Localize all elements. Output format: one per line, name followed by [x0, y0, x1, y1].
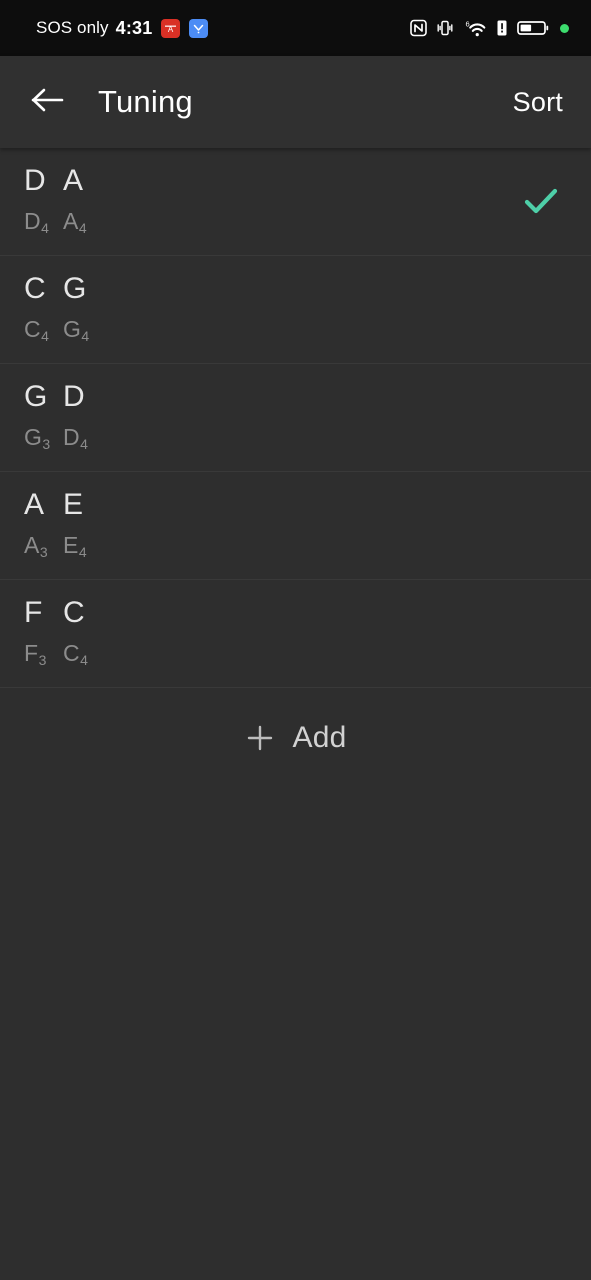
vibrate-icon — [436, 19, 454, 37]
tuning-pitch-0: G3 — [24, 424, 51, 452]
tuning-list-item[interactable]: C G C4 G4 — [0, 256, 591, 364]
alert-icon — [496, 19, 508, 37]
notification-badge-blue-icon[interactable] — [189, 18, 209, 38]
tuning-note-0: A — [24, 488, 45, 521]
add-tuning-button[interactable]: Add — [0, 688, 591, 788]
app-bar: Tuning Sort — [0, 56, 591, 148]
tuning-notes-row: G D — [24, 380, 567, 422]
tuning-pitch-1: A4 — [63, 208, 87, 236]
clock-label: 4:31 — [115, 17, 153, 38]
tuning-pitch-1: C4 — [63, 640, 88, 668]
tuning-note-1: G — [63, 272, 87, 305]
tuning-list-item[interactable]: F C F3 C4 — [0, 580, 591, 688]
page-title: Tuning — [98, 84, 193, 119]
privacy-indicator-dot-icon — [560, 23, 569, 33]
tuning-note-1: C — [63, 596, 85, 629]
battery-icon — [517, 19, 549, 37]
tuning-pitches-row: D4 A4 — [24, 208, 567, 235]
tuning-list-item[interactable]: A E A3 E4 — [0, 472, 591, 580]
tuning-note-1: A — [63, 164, 84, 197]
phone-screen: SOS only 4:31 A 6 Tuning Sort D A D4 A4 … — [0, 0, 591, 1280]
tuning-note-1: E — [63, 488, 84, 521]
status-bar: SOS only 4:31 A 6 — [0, 0, 591, 56]
tuning-pitches-row: A3 E4 — [24, 532, 567, 559]
plus-icon — [245, 723, 275, 753]
status-bar-left: SOS only 4:31 A — [36, 17, 209, 39]
svg-text:6: 6 — [466, 19, 470, 28]
tuning-pitch-1: G4 — [63, 316, 90, 344]
arrow-left-icon — [30, 85, 66, 120]
tuning-pitch-0: A3 — [24, 532, 48, 560]
tuning-pitches-row: F3 C4 — [24, 640, 567, 667]
notification-badge-red-icon[interactable]: A — [161, 18, 181, 38]
carrier-label: SOS only — [36, 18, 109, 37]
selected-check-icon — [519, 180, 563, 224]
tuning-note-1: D — [63, 380, 85, 413]
tuning-pitches-row: G3 D4 — [24, 424, 567, 451]
tuning-pitches-row: C4 G4 — [24, 316, 567, 343]
tuning-pitch-1: D4 — [63, 424, 88, 452]
tuning-notes-row: F C — [24, 596, 567, 638]
tuning-pitch-0: F3 — [24, 640, 47, 668]
tuning-note-0: C — [24, 272, 46, 305]
tuning-note-0: G — [24, 380, 48, 413]
tuning-list: D A D4 A4 C G C4 G4 G D G3 D4 A E A3 E4 … — [0, 148, 591, 688]
tuning-notes-row: D A — [24, 164, 567, 206]
tuning-list-item[interactable]: G D G3 D4 — [0, 364, 591, 472]
tuning-pitch-0: D4 — [24, 208, 49, 236]
sort-button[interactable]: Sort — [511, 81, 565, 124]
tuning-pitch-1: E4 — [63, 532, 87, 560]
tuning-note-0: D — [24, 164, 46, 197]
tuning-notes-row: A E — [24, 488, 567, 530]
back-button[interactable] — [24, 78, 72, 126]
nfc-icon — [410, 19, 427, 37]
tuning-note-0: F — [24, 596, 43, 629]
wifi-6-icon: 6 — [463, 19, 487, 38]
tuning-list-item[interactable]: D A D4 A4 — [0, 148, 591, 256]
tuning-pitch-0: C4 — [24, 316, 49, 344]
add-label: Add — [292, 721, 347, 754]
tuning-notes-row: C G — [24, 272, 567, 314]
status-bar-right: 6 — [410, 19, 569, 38]
